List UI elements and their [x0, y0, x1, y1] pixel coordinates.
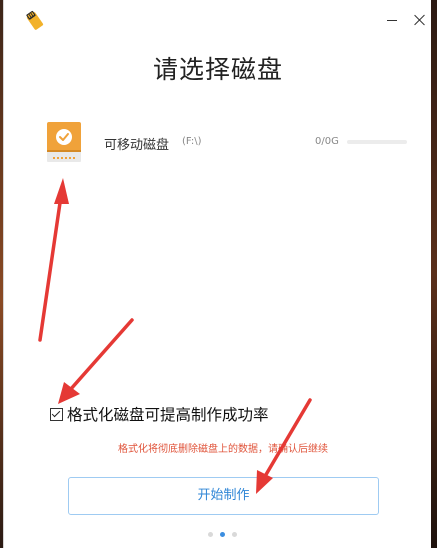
disk-item-f[interactable]: 可移动磁盘 (F:\) 0/0G: [40, 118, 410, 170]
disk-letter: (F:\): [182, 136, 202, 147]
page-dot[interactable]: [232, 532, 237, 537]
app-logo-icon: [26, 10, 44, 30]
format-checkbox[interactable]: [50, 407, 63, 421]
disk-name: 可移动磁盘: [104, 138, 170, 153]
disk-usage-bar: [347, 140, 407, 144]
page-dot[interactable]: [220, 532, 225, 537]
page-indicator: [208, 532, 237, 537]
removable-disk-icon: [47, 122, 81, 162]
usb-maker-window: 请选择磁盘 可移动磁盘 (F:\) 0/0G 格式化磁盘可提高制作成功率 格式化…: [3, 0, 431, 548]
page-title: 请选择磁盘: [152, 55, 283, 84]
page-dot[interactable]: [208, 532, 213, 537]
format-option[interactable]: 格式化磁盘可提高制作成功率: [50, 404, 269, 424]
start-button[interactable]: 开始制作: [68, 477, 379, 515]
close-button[interactable]: [414, 14, 426, 26]
format-warning: 格式化将彻底删除磁盘上的数据，请确认后继续: [118, 444, 328, 455]
minimize-button[interactable]: [386, 14, 398, 26]
format-label: 格式化磁盘可提高制作成功率: [67, 406, 269, 424]
disk-size: 0/0G: [315, 136, 339, 147]
